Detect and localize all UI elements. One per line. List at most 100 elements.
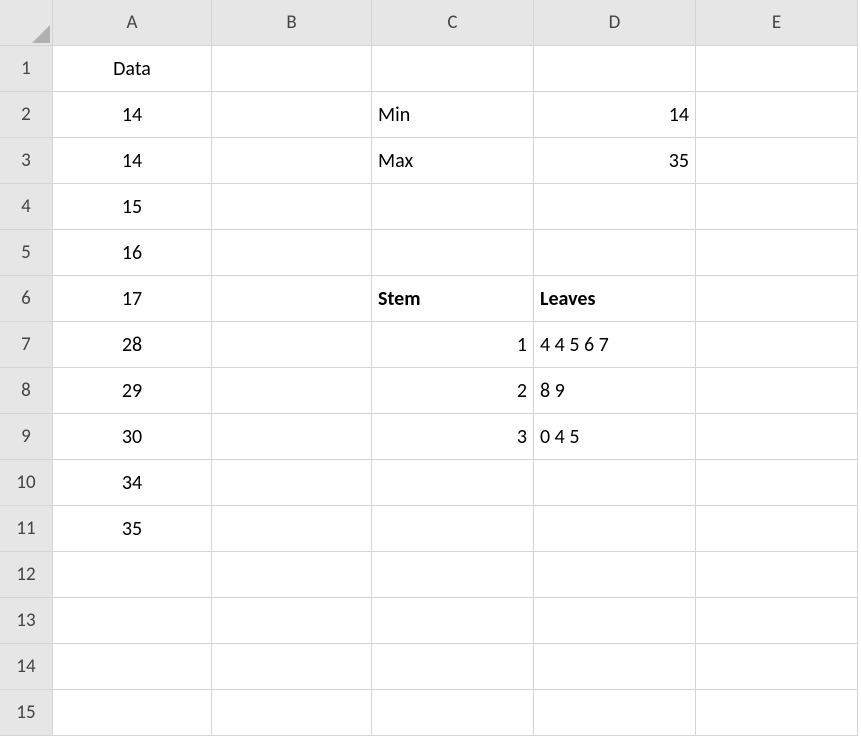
spreadsheet-grid[interactable]: ABCDE1Data214Min14314Max35415516617StemL…: [0, 0, 861, 736]
cell-C9[interactable]: 3: [372, 414, 534, 460]
cell-E7[interactable]: [696, 322, 858, 368]
cell-E15[interactable]: [696, 690, 858, 736]
cell-A4[interactable]: 15: [53, 184, 212, 230]
cell-E9[interactable]: [696, 414, 858, 460]
cell-C3[interactable]: Max: [372, 138, 534, 184]
cell-C12[interactable]: [372, 552, 534, 598]
cell-C4[interactable]: [372, 184, 534, 230]
cell-A12[interactable]: [53, 552, 212, 598]
cell-B13[interactable]: [212, 598, 372, 644]
cell-B12[interactable]: [212, 552, 372, 598]
cell-C14[interactable]: [372, 644, 534, 690]
cell-D10[interactable]: [534, 460, 696, 506]
cell-A9[interactable]: 30: [53, 414, 212, 460]
cell-E8[interactable]: [696, 368, 858, 414]
cell-B11[interactable]: [212, 506, 372, 552]
cell-B9[interactable]: [212, 414, 372, 460]
cell-E13[interactable]: [696, 598, 858, 644]
cell-D2[interactable]: 14: [534, 92, 696, 138]
column-header-E[interactable]: E: [696, 0, 858, 46]
cell-C13[interactable]: [372, 598, 534, 644]
cell-A14[interactable]: [53, 644, 212, 690]
cell-value: 35: [669, 149, 689, 173]
cell-E6[interactable]: [696, 276, 858, 322]
row-header-12[interactable]: 12: [0, 552, 53, 598]
column-header-C[interactable]: C: [372, 0, 534, 46]
row-header-1[interactable]: 1: [0, 46, 53, 92]
cell-E14[interactable]: [696, 644, 858, 690]
cell-C5[interactable]: [372, 230, 534, 276]
cell-D14[interactable]: [534, 644, 696, 690]
cell-E5[interactable]: [696, 230, 858, 276]
row-header-10[interactable]: 10: [0, 460, 53, 506]
cell-B1[interactable]: [212, 46, 372, 92]
cell-A8[interactable]: 29: [53, 368, 212, 414]
cell-value: 14: [669, 103, 689, 127]
row-header-6[interactable]: 6: [0, 276, 53, 322]
cell-A1[interactable]: Data: [53, 46, 212, 92]
cell-B10[interactable]: [212, 460, 372, 506]
row-header-3[interactable]: 3: [0, 138, 53, 184]
column-header-A[interactable]: A: [53, 0, 212, 46]
cell-B5[interactable]: [212, 230, 372, 276]
cell-D11[interactable]: [534, 506, 696, 552]
cell-D5[interactable]: [534, 230, 696, 276]
cell-B8[interactable]: [212, 368, 372, 414]
cell-A5[interactable]: 16: [53, 230, 212, 276]
column-header-D[interactable]: D: [534, 0, 696, 46]
cell-A6[interactable]: 17: [53, 276, 212, 322]
cell-D3[interactable]: 35: [534, 138, 696, 184]
cell-B2[interactable]: [212, 92, 372, 138]
cell-C6[interactable]: Stem: [372, 276, 534, 322]
row-header-5[interactable]: 5: [0, 230, 53, 276]
row-header-15[interactable]: 15: [0, 690, 53, 736]
row-header-label: 9: [21, 425, 31, 448]
cell-C2[interactable]: Min: [372, 92, 534, 138]
cell-D15[interactable]: [534, 690, 696, 736]
cell-B4[interactable]: [212, 184, 372, 230]
cell-C1[interactable]: [372, 46, 534, 92]
cell-D1[interactable]: [534, 46, 696, 92]
cell-D8[interactable]: 8 9: [534, 368, 696, 414]
cell-A15[interactable]: [53, 690, 212, 736]
row-header-9[interactable]: 9: [0, 414, 53, 460]
row-header-7[interactable]: 7: [0, 322, 53, 368]
cell-A13[interactable]: [53, 598, 212, 644]
cell-E12[interactable]: [696, 552, 858, 598]
cell-A10[interactable]: 34: [53, 460, 212, 506]
cell-A7[interactable]: 28: [53, 322, 212, 368]
cell-E10[interactable]: [696, 460, 858, 506]
cell-E4[interactable]: [696, 184, 858, 230]
cell-C8[interactable]: 2: [372, 368, 534, 414]
cell-D4[interactable]: [534, 184, 696, 230]
cell-D13[interactable]: [534, 598, 696, 644]
cell-C7[interactable]: 1: [372, 322, 534, 368]
cell-D9[interactable]: 0 4 5: [534, 414, 696, 460]
row-header-14[interactable]: 14: [0, 644, 53, 690]
row-header-8[interactable]: 8: [0, 368, 53, 414]
cell-B15[interactable]: [212, 690, 372, 736]
cell-C11[interactable]: [372, 506, 534, 552]
cell-A2[interactable]: 14: [53, 92, 212, 138]
cell-E2[interactable]: [696, 92, 858, 138]
cell-B14[interactable]: [212, 644, 372, 690]
row-header-13[interactable]: 13: [0, 598, 53, 644]
cell-E11[interactable]: [696, 506, 858, 552]
cell-B6[interactable]: [212, 276, 372, 322]
column-header-B[interactable]: B: [212, 0, 372, 46]
row-header-2[interactable]: 2: [0, 92, 53, 138]
select-all-corner[interactable]: [0, 0, 53, 46]
cell-C10[interactable]: [372, 460, 534, 506]
cell-B7[interactable]: [212, 322, 372, 368]
row-header-4[interactable]: 4: [0, 184, 53, 230]
cell-B3[interactable]: [212, 138, 372, 184]
cell-E1[interactable]: [696, 46, 858, 92]
cell-E3[interactable]: [696, 138, 858, 184]
cell-D12[interactable]: [534, 552, 696, 598]
row-header-11[interactable]: 11: [0, 506, 53, 552]
cell-C15[interactable]: [372, 690, 534, 736]
cell-D6[interactable]: Leaves: [534, 276, 696, 322]
cell-D7[interactable]: 4 4 5 6 7: [534, 322, 696, 368]
cell-A3[interactable]: 14: [53, 138, 212, 184]
cell-A11[interactable]: 35: [53, 506, 212, 552]
